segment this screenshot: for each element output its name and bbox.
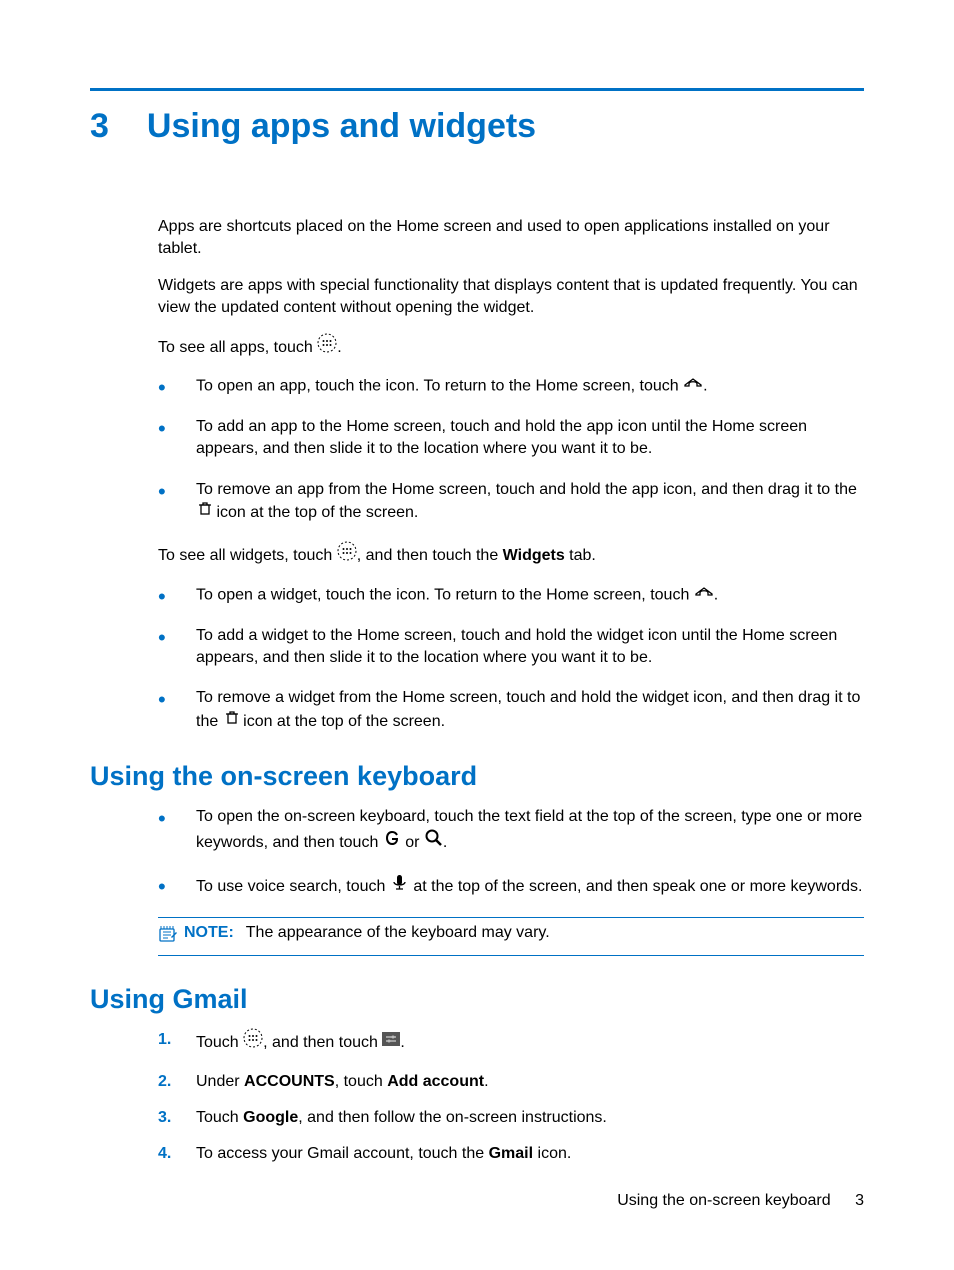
home-icon (683, 374, 703, 396)
footer-section-name: Using the on-screen keyboard (617, 1192, 830, 1209)
widgets-tab-label: Widgets (503, 547, 565, 564)
keyboard-item-voice: To use voice search, touch at the top of… (158, 874, 864, 899)
keyboard-list: To open the on-screen keyboard, touch th… (158, 806, 864, 899)
widgets-item-remove: To remove a widget from the Home screen,… (158, 687, 864, 733)
note-text: The appearance of the keyboard may vary. (246, 924, 550, 942)
apps-item-add: To add an app to the Home screen, touch … (158, 416, 864, 461)
gmail-step-1: Touch , and then touch . (158, 1029, 864, 1056)
note-box: NOTE: The appearance of the keyboard may… (158, 917, 864, 956)
widgets-item-add: To add a widget to the Home screen, touc… (158, 625, 864, 670)
all-apps-icon (317, 333, 337, 360)
note-label: NOTE: (184, 924, 234, 942)
section-keyboard-heading: Using the on-screen keyboard (90, 761, 864, 792)
all-apps-icon (337, 541, 357, 568)
keyboard-item-open: To open the on-screen keyboard, touch th… (158, 806, 864, 856)
section-gmail-body: Touch , and then touch . Under ACCOUNTS,… (158, 1029, 864, 1166)
section-gmail-heading: Using Gmail (90, 984, 864, 1015)
microphone-icon (390, 873, 409, 898)
section-keyboard-body: To open the on-screen keyboard, touch th… (158, 806, 864, 956)
gmail-step-2: Under ACCOUNTS, touch Add account. (158, 1071, 864, 1093)
gmail-step-3: Touch Google, and then follow the on-scr… (158, 1107, 864, 1129)
home-icon (694, 583, 714, 605)
chapter-title: 3 Using apps and widgets (90, 107, 864, 146)
gmail-step-4: To access your Gmail account, touch the … (158, 1143, 864, 1165)
gmail-steps: Touch , and then touch . Under ACCOUNTS,… (158, 1029, 864, 1166)
trash-icon (196, 500, 212, 523)
apps-item-remove: To remove an app from the Home screen, t… (158, 479, 864, 525)
document-page: 3 Using apps and widgets Apps are shortc… (0, 0, 954, 1270)
all-apps-icon (243, 1028, 263, 1055)
page-footer: Using the on-screen keyboard 3 (617, 1192, 864, 1210)
intro-p1: Apps are shortcuts placed on the Home sc… (158, 216, 864, 261)
chapter-number: 3 (90, 107, 109, 146)
widgets-intro: To see all widgets, touch , and then tou… (158, 542, 864, 569)
apps-item-open: To open an app, touch the icon. To retur… (158, 375, 864, 398)
trash-icon (223, 709, 239, 732)
chapter-body: Apps are shortcuts placed on the Home sc… (158, 216, 864, 733)
google-g-icon (383, 828, 401, 855)
intro-p3: To see all apps, touch . (158, 334, 864, 361)
widgets-list: To open a widget, touch the icon. To ret… (158, 584, 864, 733)
apps-list: To open an app, touch the icon. To retur… (158, 375, 864, 524)
widgets-item-open: To open a widget, touch the icon. To ret… (158, 584, 864, 607)
search-icon (424, 828, 443, 854)
settings-tile-icon (382, 1031, 400, 1053)
chapter-top-rule (90, 88, 864, 91)
chapter-title-text: Using apps and widgets (147, 107, 536, 146)
intro-p2: Widgets are apps with special functional… (158, 275, 864, 320)
note-icon (158, 924, 178, 949)
footer-page-number: 3 (855, 1192, 864, 1209)
